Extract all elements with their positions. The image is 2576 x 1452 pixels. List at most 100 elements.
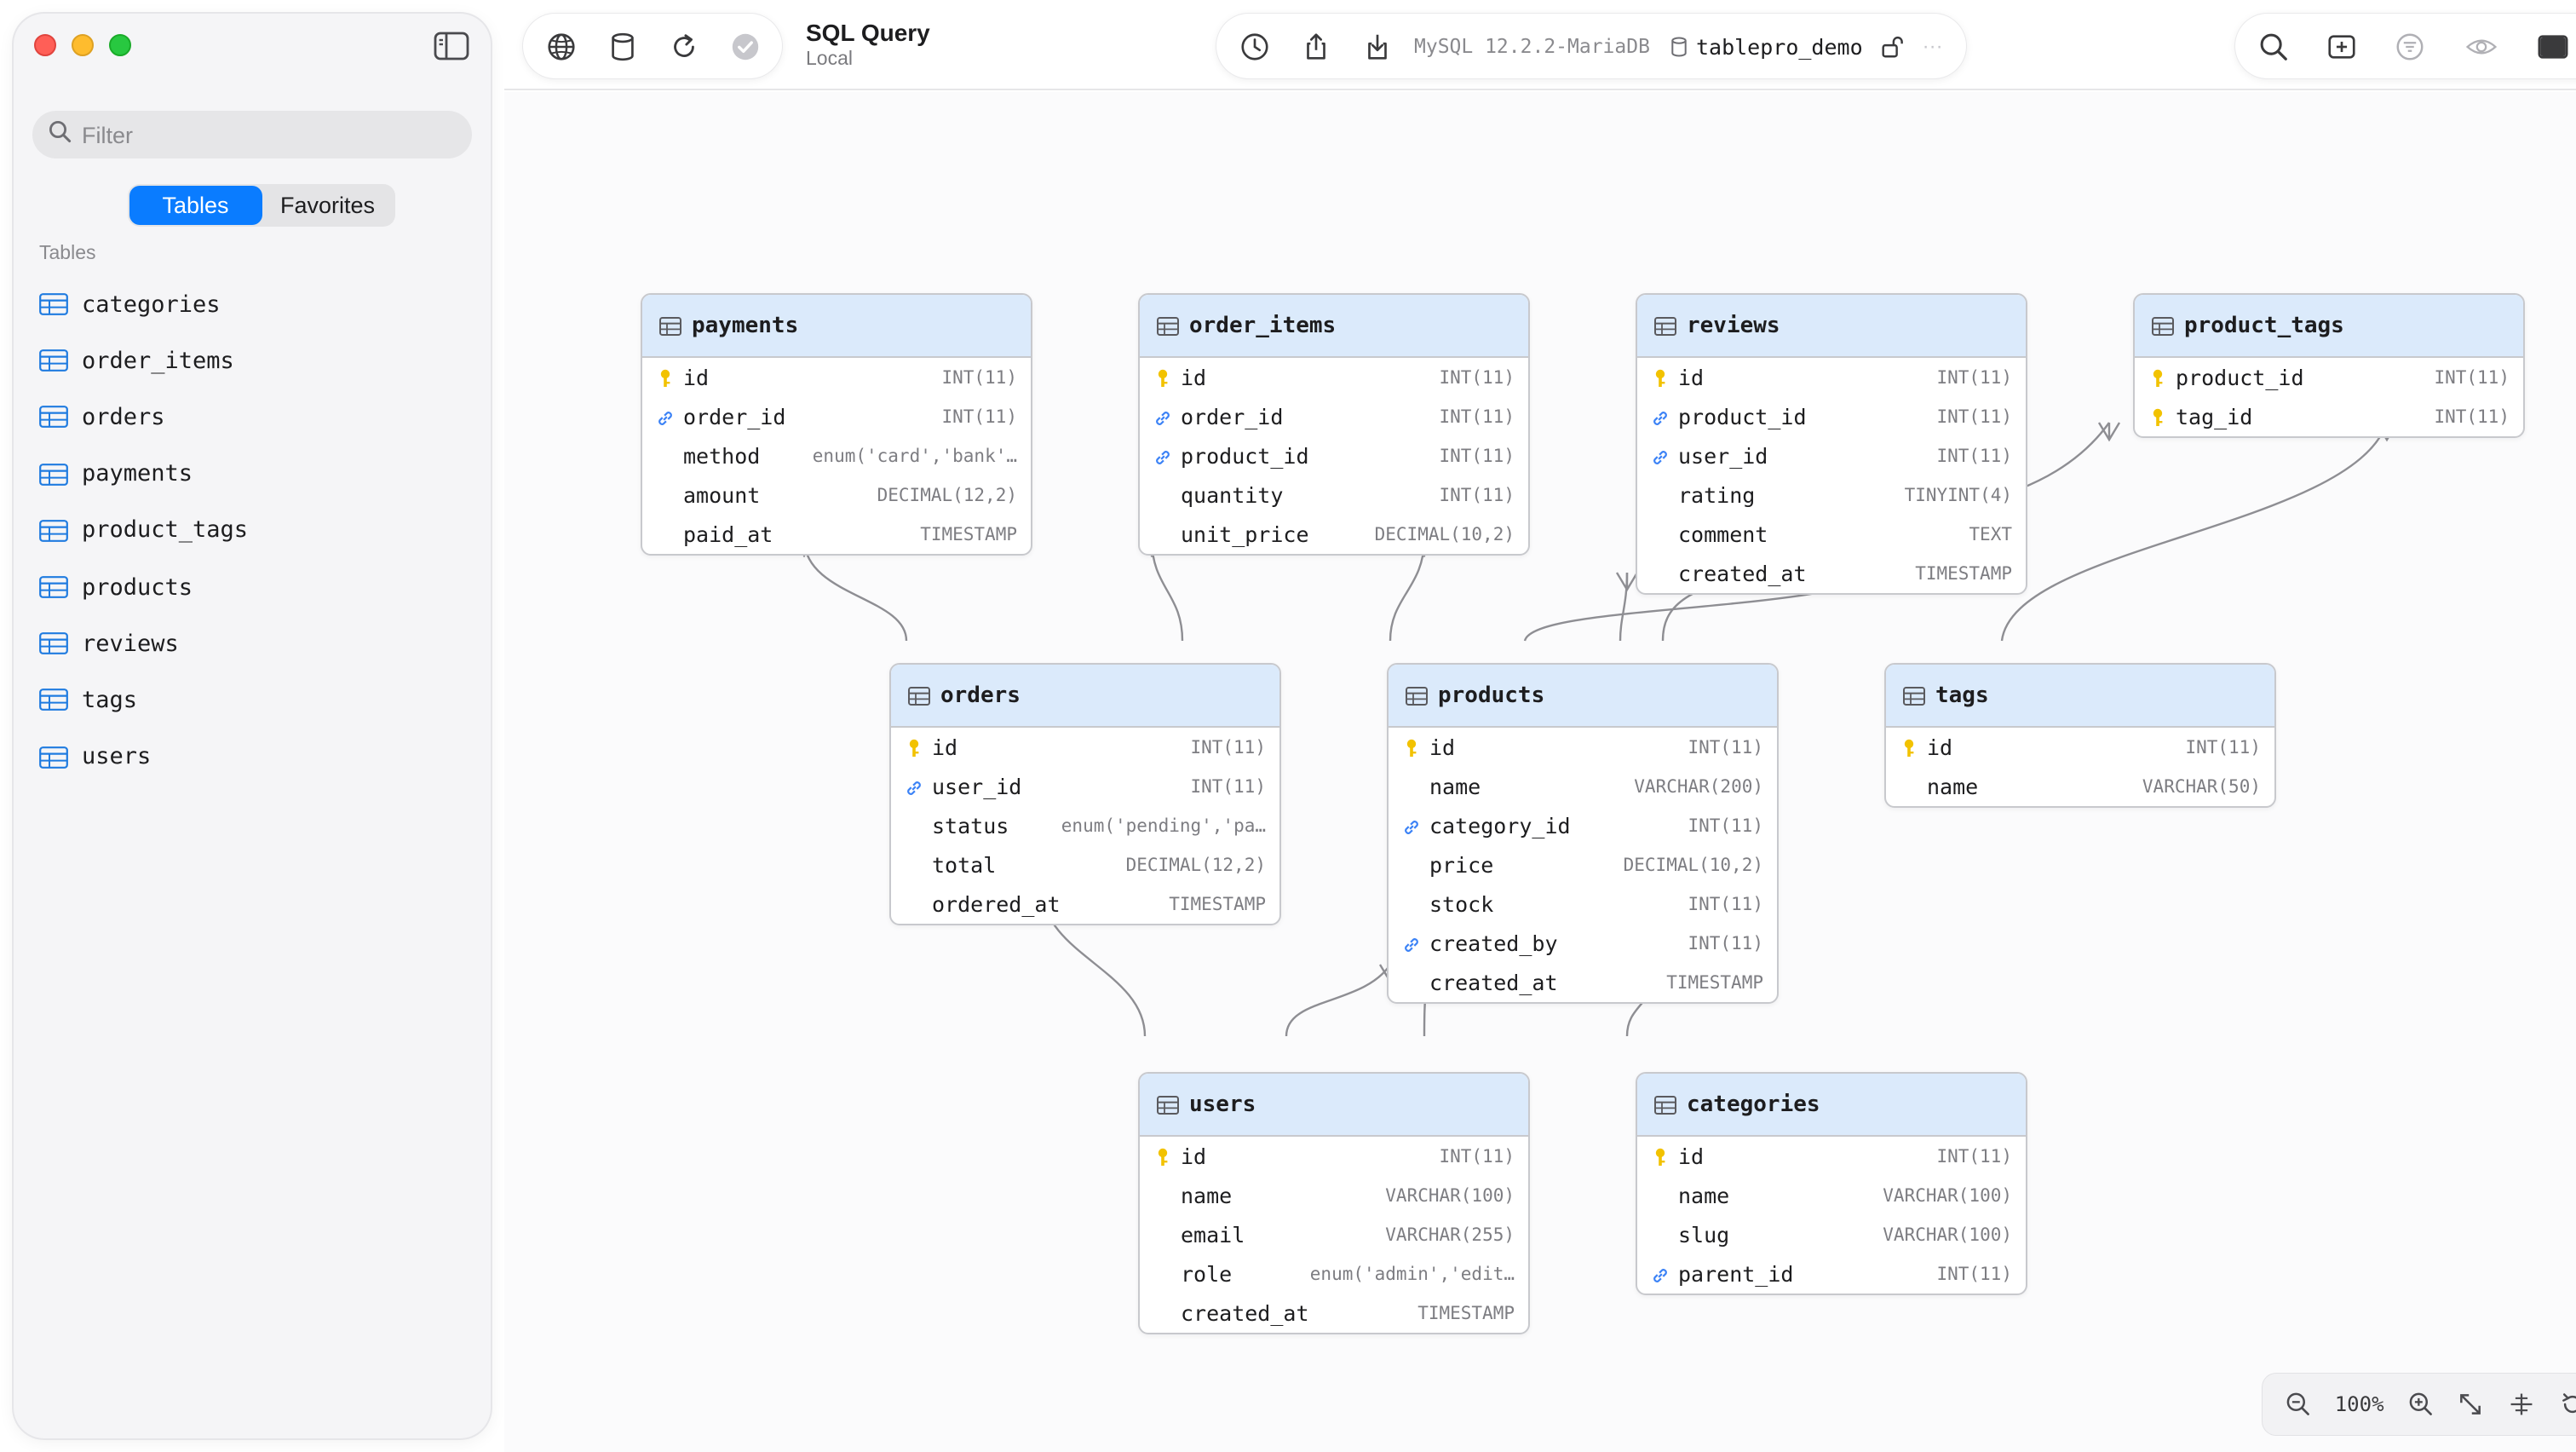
sidebar-item-users[interactable]: users	[27, 729, 477, 785]
sidebar-item-tags[interactable]: tags	[27, 672, 477, 729]
erd-table-users[interactable]: users id INT(11) name VARCHAR(100) email VARCH…	[1138, 1072, 1530, 1334]
zoom-in-icon[interactable]	[2407, 1391, 2435, 1418]
refresh-icon[interactable]	[653, 15, 714, 77]
database-selector[interactable]: tablepro_demo	[1696, 33, 1863, 59]
erd-column-row[interactable]: comment TEXT	[1637, 515, 2026, 554]
share-icon[interactable]	[1285, 15, 1346, 77]
erd-column-row[interactable]: name VARCHAR(100)	[1140, 1176, 1528, 1215]
erd-table-product_tags[interactable]: product_tags product_id INT(11) tag_id INT(1…	[2133, 293, 2525, 438]
erd-table-header[interactable]: reviews	[1637, 295, 2026, 358]
erd-column-row[interactable]: stock INT(11)	[1389, 884, 1777, 924]
sidebar-item-orders[interactable]: orders	[27, 389, 477, 446]
erd-column-row[interactable]: price DECIMAL(10,2)	[1389, 845, 1777, 884]
sidebar-item-categories[interactable]: categories	[27, 276, 477, 332]
erd-table-header[interactable]: categories	[1637, 1074, 2026, 1137]
erd-column-row[interactable]: order_id INT(11)	[1140, 397, 1528, 436]
erd-column-row[interactable]: ordered_at TIMESTAMP	[891, 884, 1279, 924]
erd-column-row[interactable]: product_id INT(11)	[2135, 358, 2523, 397]
erd-column-row[interactable]: rating TINYINT(4)	[1637, 475, 2026, 515]
import-icon[interactable]	[1346, 15, 1407, 77]
erd-table-payments[interactable]: payments id INT(11) order_id INT(11) method en…	[641, 293, 1032, 556]
erd-column-row[interactable]: total DECIMAL(12,2)	[891, 845, 1279, 884]
filter-icon[interactable]	[2378, 15, 2440, 77]
erd-column-row[interactable]: parent_id INT(11)	[1637, 1254, 2026, 1294]
erd-table-categories[interactable]: categories id INT(11) name VARCHAR(100) slug V…	[1636, 1072, 2027, 1295]
erd-table-header[interactable]: products	[1389, 665, 1777, 728]
tables-section-heading: Tables	[39, 244, 96, 264]
database-icon[interactable]	[591, 15, 653, 77]
search-toolbar-icon[interactable]	[2242, 15, 2303, 77]
erd-table-name: orders	[940, 683, 1021, 708]
erd-table-header[interactable]: order_items	[1140, 295, 1528, 358]
erd-table-header[interactable]: orders	[891, 665, 1279, 728]
erd-column-row[interactable]: quantity INT(11)	[1140, 475, 1528, 515]
history-icon[interactable]	[1223, 15, 1285, 77]
erd-column-row[interactable]: user_id INT(11)	[891, 767, 1279, 806]
erd-table-header[interactable]: users	[1140, 1074, 1528, 1137]
erd-column-row[interactable]: name VARCHAR(100)	[1637, 1176, 2026, 1215]
sidebar-item-products[interactable]: products	[27, 559, 477, 615]
erd-column-row[interactable]: role enum('admin','edit…	[1140, 1254, 1528, 1294]
table-icon	[1157, 1095, 1179, 1114]
erd-column-row[interactable]: created_at TIMESTAMP	[1140, 1294, 1528, 1333]
erd-table-products[interactable]: products id INT(11) name VARCHAR(200) categor…	[1387, 663, 1779, 1004]
erd-table-header[interactable]: tags	[1886, 665, 2274, 728]
erd-column-row[interactable]: name VARCHAR(200)	[1389, 767, 1777, 806]
filter-input[interactable]	[82, 122, 457, 147]
tab-tables[interactable]: Tables	[129, 186, 262, 225]
erd-column-row[interactable]: created_at TIMESTAMP	[1389, 963, 1777, 1002]
sidebar-toggle-icon[interactable]	[433, 31, 470, 61]
fit-to-screen-icon[interactable]	[2458, 1391, 2485, 1418]
sidebar-item-label: products	[82, 573, 193, 602]
bottom-panel-icon[interactable]	[2521, 15, 2576, 77]
sidebar-item-reviews[interactable]: reviews	[27, 615, 477, 671]
close-window-button[interactable]	[34, 34, 56, 56]
erd-column-row[interactable]: amount DECIMAL(12,2)	[642, 475, 1031, 515]
reset-icon[interactable]	[2558, 1391, 2576, 1418]
erd-column-row[interactable]: id INT(11)	[891, 728, 1279, 767]
filter-field[interactable]	[32, 111, 472, 158]
erd-column-row[interactable]: created_by INT(11)	[1389, 924, 1777, 963]
column-name: name	[1927, 774, 1979, 799]
erd-column-row[interactable]: status enum('pending','pa…	[891, 806, 1279, 845]
erd-table-tags[interactable]: tags id INT(11) name VARCHAR(50)	[1884, 663, 2276, 808]
new-tab-icon[interactable]	[2310, 15, 2372, 77]
erd-column-row[interactable]: unit_price DECIMAL(10,2)	[1140, 515, 1528, 554]
erd-table-order_items[interactable]: order_items id INT(11) order_id INT(11) produ…	[1138, 293, 1530, 556]
erd-column-row[interactable]: id INT(11)	[1140, 1137, 1528, 1176]
erd-column-row[interactable]: id INT(11)	[1637, 1137, 2026, 1176]
tab-favorites[interactable]: Favorites	[262, 186, 394, 225]
erd-table-orders[interactable]: orders id INT(11) user_id INT(11) status enum(…	[889, 663, 1281, 925]
erd-table-reviews[interactable]: reviews id INT(11) product_id INT(11) user_id…	[1636, 293, 2027, 595]
globe-icon[interactable]	[530, 15, 591, 77]
erd-table-header[interactable]: payments	[642, 295, 1031, 358]
zoom-window-button[interactable]	[109, 34, 131, 56]
erd-column-row[interactable]: id INT(11)	[1389, 728, 1777, 767]
erd-column-row[interactable]: id INT(11)	[642, 358, 1031, 397]
erd-column-row[interactable]: user_id INT(11)	[1637, 436, 2026, 475]
erd-column-row[interactable]: order_id INT(11)	[642, 397, 1031, 436]
auto-layout-icon[interactable]	[2508, 1391, 2535, 1418]
zoom-out-icon[interactable]	[2285, 1391, 2312, 1418]
erd-column-row[interactable]: id INT(11)	[1886, 728, 2274, 767]
erd-column-row[interactable]: tag_id INT(11)	[2135, 397, 2523, 436]
erd-table-header[interactable]: product_tags	[2135, 295, 2523, 358]
sidebar-item-order_items[interactable]: order_items	[27, 332, 477, 389]
erd-column-row[interactable]: email VARCHAR(255)	[1140, 1215, 1528, 1254]
sidebar-item-product_tags[interactable]: product_tags	[27, 503, 477, 559]
erd-column-row[interactable]: created_at TIMESTAMP	[1637, 554, 2026, 593]
erd-column-row[interactable]: product_id INT(11)	[1637, 397, 2026, 436]
erd-column-row[interactable]: id INT(11)	[1637, 358, 2026, 397]
erd-column-row[interactable]: method enum('card','bank'…	[642, 436, 1031, 475]
erd-column-row[interactable]: product_id INT(11)	[1140, 436, 1528, 475]
eye-icon[interactable]	[2450, 15, 2511, 77]
unlock-icon[interactable]	[1880, 33, 1906, 59]
erd-column-row[interactable]: paid_at TIMESTAMP	[642, 515, 1031, 554]
erd-column-row[interactable]: id INT(11)	[1140, 358, 1528, 397]
erd-column-row[interactable]: category_id INT(11)	[1389, 806, 1777, 845]
erd-column-row[interactable]: slug VARCHAR(100)	[1637, 1215, 2026, 1254]
sidebar-item-payments[interactable]: payments	[27, 446, 477, 502]
erd-column-row[interactable]: name VARCHAR(50)	[1886, 767, 2274, 806]
minimize-window-button[interactable]	[72, 34, 94, 56]
checkmark-icon[interactable]	[714, 15, 775, 77]
